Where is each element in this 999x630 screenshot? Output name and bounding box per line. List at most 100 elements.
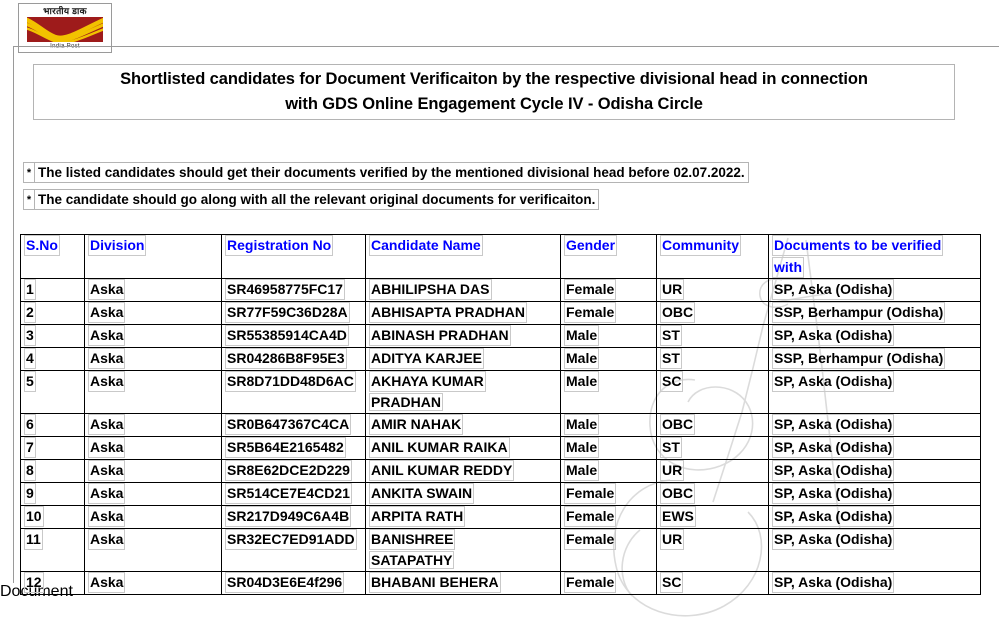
col-header-community: Community	[656, 234, 769, 257]
cell-division: Aska	[84, 347, 222, 371]
note-1-text: The listed candidates should get their d…	[34, 162, 749, 183]
table-row[interactable]: 11 Aska SR32EC7ED91ADD BANISHREE Female UR SP,…	[20, 528, 981, 551]
cell-division: Aska	[84, 413, 222, 437]
cell-name-value: ABHILIPSHA DAS	[369, 278, 492, 300]
cell-division-value: Aska	[88, 324, 126, 346]
table-row[interactable]: 8 Aska SR8E62DCE2D229 ANIL KUMAR REDDY Male U…	[20, 459, 981, 483]
cell-sno-value: 2	[24, 301, 36, 323]
table-row[interactable]: 5 Aska SR8D71DD48D6AC AKHAYA KUMAR Male SC SP,…	[20, 370, 981, 393]
cell-gender-value: Male	[564, 436, 600, 458]
table-row[interactable]: 3 Aska SR55385914CA4D ABINASH PRADHAN Male ST…	[20, 324, 981, 348]
cell-sno: 4	[20, 347, 85, 371]
cell-registration: SR5B64E2165482	[221, 436, 366, 460]
cell-community: ST	[656, 347, 769, 371]
cell-registration-value: SR04D3E6E4f296	[225, 571, 345, 593]
note-2-marker: *	[23, 189, 34, 210]
note-2-text: The candidate should go along with all t…	[34, 189, 600, 210]
cell-documents-value: SP, Aska (Odisha)	[772, 482, 895, 504]
cell-documents-value: SP, Aska (Odisha)	[772, 413, 895, 435]
cell-name: ABHISAPTA PRADHAN	[365, 301, 561, 325]
page-title: Shortlisted candidates for Document Veri…	[33, 64, 955, 120]
cell-gender: Male	[560, 436, 657, 460]
cell-gender: Male	[560, 413, 657, 437]
cell-registration-value: SR514CE7E4CD21	[225, 482, 352, 504]
cell-name-value: BANISHREE	[369, 528, 456, 550]
cell-gender-value: Female	[564, 571, 617, 593]
cell-gender-value: Male	[564, 413, 600, 435]
cell-registration: SR8D71DD48D6AC	[221, 370, 366, 393]
table-row[interactable]: 10 Aska SR217D949C6A4B ARPITA RATH Female EWS…	[20, 505, 981, 529]
cell-sno: 7	[20, 436, 85, 460]
cell-name: BANISHREE	[365, 528, 561, 551]
cell-registration-value: SR8D71DD48D6AC	[225, 370, 356, 392]
cell-registration-value: SR5B64E2165482	[225, 436, 346, 458]
cell-registration-value: SR8E62DCE2D229	[225, 459, 352, 481]
cell-name: ANKITA SWAIN	[365, 482, 561, 506]
cell-name-value: ABHISAPTA PRADHAN	[369, 301, 527, 323]
cell-community-value: EWS	[660, 505, 696, 527]
page-top-rule	[13, 46, 999, 47]
cell-documents: SP, Aska (Odisha)	[768, 482, 981, 506]
cell-gender-value: Male	[564, 347, 600, 369]
logo-artwork: भारतीय डाक	[27, 6, 103, 42]
cell-division-value: Aska	[88, 505, 126, 527]
cell-division-value: Aska	[88, 301, 126, 323]
table-row[interactable]: 6 Aska SR0B647367C4CA AMIR NAHAK Male OBC SP, …	[20, 413, 981, 437]
cell-community: OBC	[656, 413, 769, 437]
cell-registration: SR514CE7E4CD21	[221, 482, 366, 506]
cell-sno-value: 5	[24, 370, 36, 392]
cell-name-value: ANIL KUMAR REDDY	[369, 459, 515, 481]
cell-gender: Female	[560, 505, 657, 529]
col-header-name-label: Candidate Name	[369, 235, 483, 256]
table-row[interactable]: 4 Aska SR04286B8F95E3 ADITYA KARJEE Male ST SS…	[20, 347, 981, 371]
col-header-documents: Documents to be verified	[768, 234, 981, 257]
cell-sno: 1	[20, 278, 85, 302]
cell-documents: SP, Aska (Odisha)	[768, 370, 981, 393]
cell-gender: Male	[560, 347, 657, 371]
cell-name-line2-value: SATAPATHY	[369, 551, 455, 569]
col-header-registration: Registration No	[221, 234, 366, 257]
cell-sno: 11	[20, 528, 85, 551]
cell-division-value: Aska	[88, 571, 126, 593]
col-header-gender-label: Gender	[564, 235, 618, 256]
document-page: भारतीय डाक India Post Shortlisted candid…	[0, 0, 999, 617]
cell-documents: SP, Aska (Odisha)	[768, 324, 981, 348]
cell-name-line2: SATAPATHY	[365, 551, 561, 572]
cell-sno-value: 3	[24, 324, 36, 346]
cell-sno: 5	[20, 370, 85, 393]
cell-name-line2-value: PRADHAN	[369, 393, 443, 411]
cell-community: UR	[656, 459, 769, 483]
cell-gender: Female	[560, 528, 657, 551]
cell-name: ANIL KUMAR RAIKA	[365, 436, 561, 460]
cell-name-line2: PRADHAN	[365, 393, 561, 414]
table-row[interactable]: 1 Aska SR46958775FC17 ABHILIPSHA DAS Female U…	[20, 278, 981, 302]
candidates-table: S.No Division Registration No Candidate Nam…	[20, 234, 981, 595]
cell-division: Aska	[84, 324, 222, 348]
cell-registration-value: SR77F59C36D28A	[225, 301, 350, 323]
page-title-line2: with GDS Online Engagement Cycle IV - Od…	[285, 95, 703, 113]
cell-community: OBC	[656, 482, 769, 506]
table-row[interactable]: 7 Aska SR5B64E2165482 ANIL KUMAR RAIKA Male S…	[20, 436, 981, 460]
col-header-name: Candidate Name	[365, 234, 561, 257]
col-header-sno-label: S.No	[24, 235, 60, 256]
cell-registration: SR77F59C36D28A	[221, 301, 366, 325]
table-header-row-continued: with	[20, 256, 981, 279]
cell-name-value: BHABANI BEHERA	[369, 571, 501, 593]
col-header-documents-line2-label: with	[772, 256, 804, 278]
cell-community: EWS	[656, 505, 769, 529]
col-header-division: Division	[84, 234, 222, 257]
cell-documents: SSP, Berhampur (Odisha)	[768, 301, 981, 325]
table-row[interactable]: 2 Aska SR77F59C36D28A ABHISAPTA PRADHAN Fema…	[20, 301, 981, 325]
note-1-marker: *	[23, 162, 34, 183]
col-header-community-label: Community	[660, 235, 741, 256]
col-header-division-label: Division	[88, 235, 147, 256]
cell-name-value: ABINASH PRADHAN	[369, 324, 511, 346]
cell-division-value: Aska	[88, 347, 126, 369]
cell-sno: 6	[20, 413, 85, 437]
cell-community: UR	[656, 278, 769, 302]
cell-division: Aska	[84, 301, 222, 325]
cell-division: Aska	[84, 370, 222, 393]
cell-documents-value: SSP, Berhampur (Odisha)	[772, 347, 946, 369]
cell-sno: 9	[20, 482, 85, 506]
table-row[interactable]: 9 Aska SR514CE7E4CD21 ANKITA SWAIN Female OBC…	[20, 482, 981, 506]
